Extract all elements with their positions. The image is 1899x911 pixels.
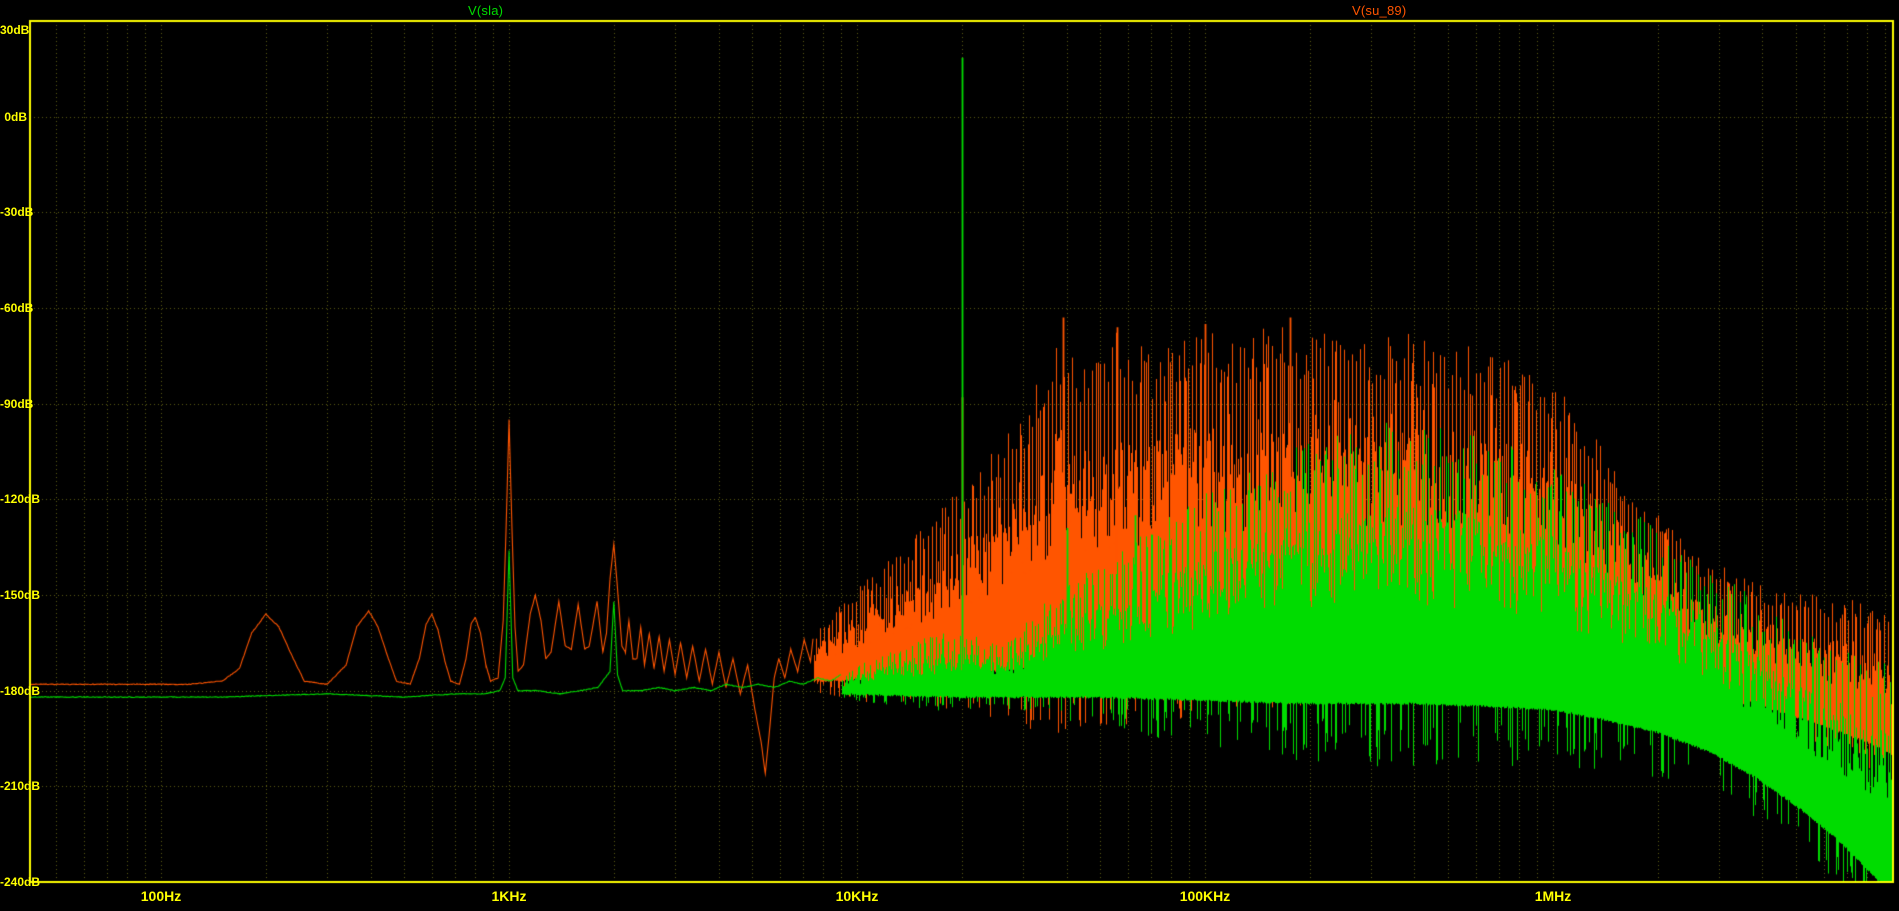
y-axis-tick-label: 0dB (4, 110, 27, 124)
waveform-viewer-pane: V(sla) V(su_89) 30dB 0dB -30dB -60dB -90dB -1… (0, 0, 1899, 911)
legend-trace-1[interactable]: V(su_89) (1352, 3, 1406, 18)
y-axis-tick-label: -90dB (0, 397, 34, 411)
x-axis-tick-label: 1KHz (491, 888, 527, 904)
legend-trace-0[interactable]: V(sla) (468, 3, 503, 18)
y-axis-tick-label: -120dB (0, 492, 41, 506)
y-axis-tick-label: -60dB (0, 301, 34, 315)
y-axis-tick-label: -180dB (0, 684, 41, 698)
y-axis-tick-label: 30dB (0, 23, 30, 37)
y-axis-tick-label: -150dB (0, 588, 41, 602)
x-axis-tick-label: 1MHz (1534, 888, 1572, 904)
y-axis-tick-label: -30dB (0, 205, 34, 219)
x-axis-tick-label: 10KHz (835, 888, 879, 904)
y-axis-tick-label: -240dB (0, 875, 41, 889)
x-axis-tick-label: 100Hz (140, 888, 182, 904)
x-axis-tick-label: 100KHz (1179, 888, 1231, 904)
y-axis-tick-label: -210dB (0, 779, 41, 793)
fft-plot-canvas[interactable] (0, 0, 1899, 911)
